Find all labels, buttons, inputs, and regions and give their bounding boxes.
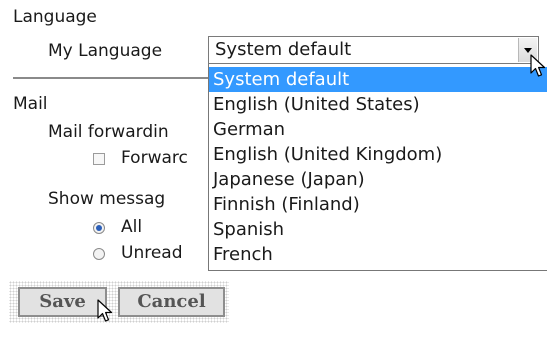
dropdown-option-english-uk[interactable]: English (United Kingdom) <box>209 142 547 167</box>
language-dropdown-list[interactable]: System default English (United States) G… <box>208 64 547 271</box>
radio-all[interactable] <box>93 222 105 234</box>
radio-all-label: All <box>121 217 143 237</box>
my-language-label: My Language <box>48 41 163 61</box>
dropdown-option-french[interactable]: French <box>209 242 547 267</box>
forward-checkbox[interactable] <box>93 153 105 165</box>
mail-forwarding-label: Mail forwardin <box>48 122 169 142</box>
mouse-pointer-icon <box>97 299 113 322</box>
dropdown-option-english-us[interactable]: English (United States) <box>209 92 547 117</box>
radio-unread[interactable] <box>93 248 105 260</box>
section-divider <box>13 77 208 79</box>
save-button[interactable]: Save <box>18 287 107 317</box>
forward-checkbox-label: Forwarc <box>121 148 188 168</box>
dropdown-option-german[interactable]: German <box>209 117 547 142</box>
mail-section-heading: Mail <box>13 94 48 114</box>
mouse-pointer-icon <box>530 54 546 77</box>
cancel-button[interactable]: Cancel <box>118 287 225 317</box>
dropdown-option-finnish[interactable]: Finnish (Finland) <box>209 192 547 217</box>
dropdown-option-japanese[interactable]: Japanese (Japan) <box>209 167 547 192</box>
language-section-heading: Language <box>13 7 97 27</box>
radio-unread-label: Unread <box>121 243 183 263</box>
show-messages-label: Show messag <box>48 189 166 209</box>
language-select[interactable]: System default <box>208 36 539 64</box>
language-select-value: System default <box>215 39 352 60</box>
dropdown-option-system-default[interactable]: System default <box>209 67 547 92</box>
dropdown-option-spanish[interactable]: Spanish <box>209 217 547 242</box>
